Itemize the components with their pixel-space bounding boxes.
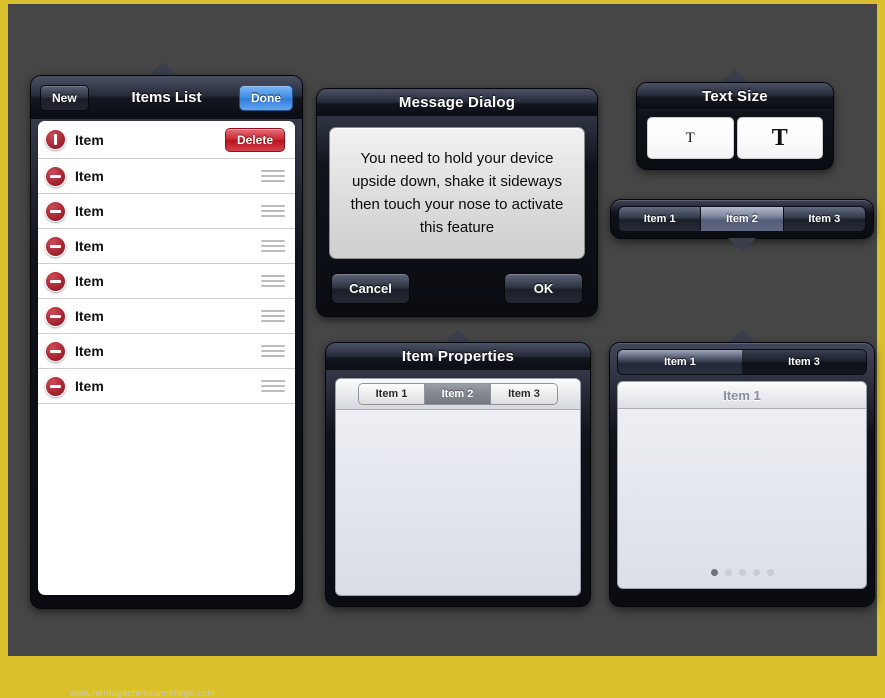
segment-item-3[interactable]: Item 3 [491, 384, 557, 404]
tab-item-1[interactable]: Item 1 [618, 350, 742, 374]
delete-button[interactable]: Delete [225, 128, 285, 152]
row-label: Item [75, 132, 225, 148]
row-label: Item [75, 308, 261, 324]
text-size-title: Text Size [702, 88, 768, 105]
segment-item-3[interactable]: Item 3 [784, 207, 865, 231]
drag-handle[interactable] [261, 342, 285, 360]
popover-arrow-icon [149, 62, 177, 76]
items-list-navbar: New Items List Done [31, 76, 302, 119]
tab-panel-surface: Item 1 [617, 381, 867, 589]
watermark: www.heritagechristiancollege.com [70, 688, 215, 698]
minus-circle-icon[interactable] [45, 166, 66, 187]
page-dot-5[interactable] [767, 569, 774, 576]
text-size-popover: Text Size T T [636, 82, 834, 170]
tab-panel-popover: Item 1 Item 3 Item 1 [609, 342, 875, 607]
item-properties-popover: Item Properties Item 1 Item 2 Item 3 [325, 342, 591, 607]
cancel-button[interactable]: Cancel [331, 273, 410, 304]
table-row[interactable]: Item [38, 369, 295, 404]
segment-item-1[interactable]: Item 1 [359, 384, 425, 404]
minus-circle-icon[interactable] [45, 376, 66, 397]
minus-circle-icon[interactable] [45, 341, 66, 362]
page-dot-2[interactable] [725, 569, 732, 576]
drag-handle[interactable] [261, 272, 285, 290]
items-list-body: New Items List Done Item Delete Item [30, 75, 303, 609]
row-label: Item [75, 203, 261, 219]
drag-handle[interactable] [261, 377, 285, 395]
ok-button[interactable]: OK [504, 273, 583, 304]
gold-frame: New Items List Done Item Delete Item [0, 0, 885, 664]
text-size-group: T T [647, 117, 823, 159]
table-row[interactable]: Item [38, 334, 295, 369]
segment-item-2[interactable]: Item 2 [425, 384, 491, 404]
segment-item-2[interactable]: Item 2 [701, 207, 783, 231]
minus-circle-icon[interactable] [45, 236, 66, 257]
segment-item-1[interactable]: Item 1 [619, 207, 701, 231]
row-label: Item [75, 168, 261, 184]
row-label: Item [75, 273, 261, 289]
page-dot-1[interactable] [711, 569, 718, 576]
popover-arrow-icon [444, 329, 472, 343]
popover-arrow-icon [728, 238, 756, 252]
row-label: Item [75, 343, 261, 359]
canvas: New Items List Done Item Delete Item [8, 4, 877, 656]
drag-handle[interactable] [261, 307, 285, 325]
table-row[interactable]: Item [38, 159, 295, 194]
items-list-popover: New Items List Done Item Delete Item [30, 75, 303, 609]
tab-panel-body: Item 1 Item 3 Item 1 [609, 342, 875, 607]
message-dialog-header: Message Dialog [317, 89, 597, 116]
popover-arrow-icon [728, 329, 756, 343]
table-row[interactable]: Item [38, 194, 295, 229]
done-button[interactable]: Done [239, 85, 293, 111]
text-size-body: Text Size T T [636, 82, 834, 170]
item-properties-title: Item Properties [402, 348, 514, 365]
message-dialog-body: Message Dialog You need to hold your dev… [316, 88, 598, 317]
drag-handle[interactable] [261, 237, 285, 255]
dark-segmented-popover: Item 1 Item 2 Item 3 [610, 199, 874, 239]
message-dialog-buttons: Cancel OK [331, 273, 583, 304]
light-segmented-control: Item 1 Item 2 Item 3 [358, 383, 558, 405]
items-list-surface: Item Delete Item Item [38, 121, 295, 595]
dark-segmented-body: Item 1 Item 2 Item 3 [610, 199, 874, 239]
drag-handle[interactable] [261, 202, 285, 220]
table-row[interactable]: Item [38, 264, 295, 299]
table-row[interactable]: Item [38, 229, 295, 264]
popover-arrow-icon [721, 69, 749, 83]
message-dialog-title: Message Dialog [399, 94, 515, 111]
dark-segmented-control: Item 1 Item 2 Item 3 [618, 206, 866, 232]
table-row[interactable]: Item [38, 299, 295, 334]
minus-circle-icon[interactable] [45, 306, 66, 327]
item-properties-header: Item Properties [326, 343, 590, 370]
item-properties-body: Item Properties Item 1 Item 2 Item 3 [325, 342, 591, 607]
item-properties-surface: Item 1 Item 2 Item 3 [335, 378, 581, 596]
message-dialog-text: You need to hold your device upside down… [329, 127, 585, 259]
table-row[interactable]: Item Delete [38, 121, 295, 159]
page-dot-4[interactable] [753, 569, 760, 576]
minus-circle-icon[interactable] [45, 271, 66, 292]
tab-item-3[interactable]: Item 3 [742, 350, 866, 374]
drag-handle[interactable] [261, 167, 285, 185]
text-size-small-button[interactable]: T [647, 117, 734, 159]
tab-panel-content-header: Item 1 [618, 382, 866, 409]
text-size-large-button[interactable]: T [737, 117, 824, 159]
stop-bar-icon[interactable] [45, 129, 66, 150]
new-button[interactable]: New [40, 85, 89, 111]
tab-bar: Item 1 Item 3 [617, 349, 867, 375]
row-label: Item [75, 238, 261, 254]
minus-circle-icon[interactable] [45, 201, 66, 222]
page-dots [618, 569, 866, 576]
row-label: Item [75, 378, 261, 394]
item-properties-toolbar: Item 1 Item 2 Item 3 [336, 379, 580, 410]
page-dot-3[interactable] [739, 569, 746, 576]
text-size-header: Text Size [637, 83, 833, 109]
message-dialog: Message Dialog You need to hold your dev… [316, 88, 598, 317]
